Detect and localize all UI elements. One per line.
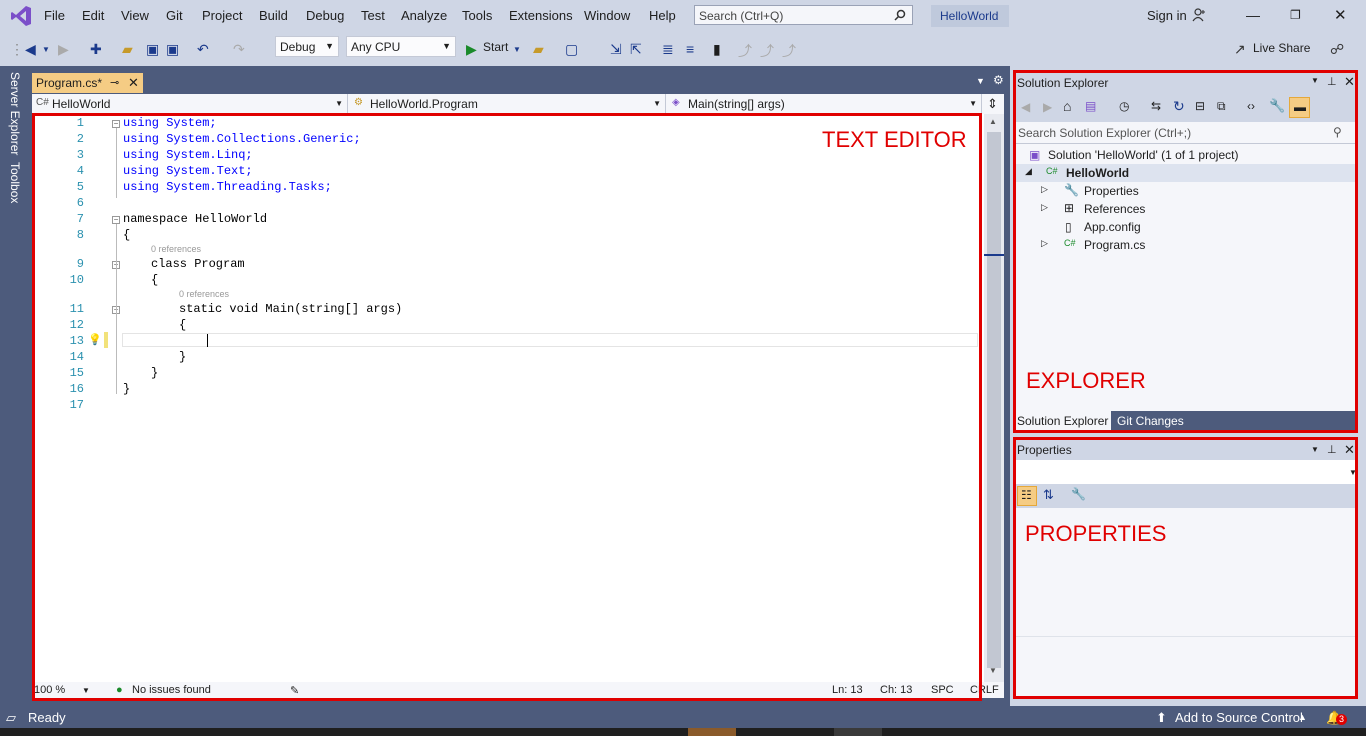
- tab-list-dropdown-icon[interactable]: ▼: [976, 76, 985, 86]
- menu-build[interactable]: Build: [259, 8, 288, 23]
- next-bookmark-icon[interactable]: ⤴: [760, 41, 774, 61]
- close-icon[interactable]: ✕: [1334, 6, 1347, 24]
- pin-icon[interactable]: ⊸: [110, 76, 119, 89]
- back-dropdown-icon[interactable]: ▼: [42, 45, 50, 54]
- visual-studio-logo-icon[interactable]: [10, 5, 32, 27]
- menu-debug[interactable]: Debug: [306, 8, 344, 23]
- document-tab-label: Program.cs*: [36, 76, 103, 90]
- step-icon[interactable]: ⇲: [610, 41, 622, 58]
- menu-extensions[interactable]: Extensions: [509, 8, 573, 23]
- menu-help[interactable]: Help: [649, 8, 676, 23]
- menu-bar: File Edit View Git Project Build Debug T…: [0, 0, 1366, 32]
- back-icon[interactable]: ◀: [25, 41, 36, 58]
- text-editor-annotation-box: [32, 113, 982, 701]
- clear-bookmark-icon[interactable]: ⤴: [782, 41, 796, 61]
- browser-icon[interactable]: ▢: [565, 41, 578, 58]
- menu-window[interactable]: Window: [584, 8, 630, 23]
- side-tool-strip: Server Explorer Toolbox: [0, 66, 30, 706]
- menu-edit[interactable]: Edit: [82, 8, 104, 23]
- toolbox-tab[interactable]: Toolbox: [8, 162, 22, 203]
- platform-value: Any CPU: [351, 40, 401, 54]
- project-nav-value: HelloWorld: [52, 97, 111, 111]
- toolbar-grip-icon: ⋮: [10, 41, 24, 57]
- comment-icon[interactable]: ≣: [662, 41, 674, 58]
- menu-test[interactable]: Test: [361, 8, 385, 23]
- search-placeholder: Search (Ctrl+Q): [699, 9, 784, 23]
- feedback-icon[interactable]: ☍: [1330, 41, 1344, 58]
- prev-bookmark-icon[interactable]: ⤴: [738, 41, 752, 61]
- live-share-button[interactable]: Live Share: [1253, 41, 1310, 55]
- menu-file[interactable]: File: [44, 8, 65, 23]
- scroll-up-icon[interactable]: ▲: [989, 117, 997, 126]
- output-window-icon[interactable]: ▱: [6, 710, 16, 726]
- uncomment-icon[interactable]: ≡: [686, 41, 694, 57]
- add-to-source-control[interactable]: Add to Source Control: [1175, 710, 1303, 725]
- server-explorer-tab[interactable]: Server Explorer: [8, 72, 22, 155]
- document-tab[interactable]: Program.cs* ⊸ ✕: [32, 73, 143, 93]
- save-all-icon[interactable]: ▣: [166, 41, 179, 58]
- properties-annotation-label: PROPERTIES: [1025, 521, 1167, 546]
- open-folder-icon[interactable]: ▰: [122, 41, 133, 58]
- menu-analyze[interactable]: Analyze: [401, 8, 447, 23]
- method-icon: ◈: [672, 97, 680, 108]
- toolbar: ⋮ ◀ ▼ ▶ ✚ ▰ ▣ ▣ ↶ ↷ Debug ▼ Any CPU ▼ ▶ St…: [0, 32, 1366, 66]
- source-control-dropdown-icon[interactable]: ▲: [1298, 712, 1307, 722]
- menu-git[interactable]: Git: [166, 8, 183, 23]
- scroll-down-icon[interactable]: ▼: [989, 666, 997, 675]
- menu-tools[interactable]: Tools: [462, 8, 492, 23]
- navigation-bar: C# HelloWorld ▼ ⚙ HelloWorld.Program ▼ ◈…: [32, 94, 1004, 114]
- csharp-project-icon: C#: [36, 97, 49, 108]
- search-icon: [894, 9, 906, 21]
- start-button[interactable]: Start: [483, 40, 508, 54]
- redo-icon[interactable]: ↷: [233, 41, 245, 58]
- editor-vertical-scrollbar[interactable]: ▲ ▼: [984, 114, 1004, 682]
- platform-dropdown[interactable]: Any CPU ▼: [346, 36, 456, 57]
- taskbar-app-highlight[interactable]: [688, 728, 736, 736]
- configuration-value: Debug: [280, 40, 316, 54]
- menu-view[interactable]: View: [121, 8, 149, 23]
- project-nav-dropdown[interactable]: C# HelloWorld ▼: [32, 94, 348, 114]
- explorer-annotation-label: EXPLORER: [1026, 368, 1146, 393]
- split-editor-icon[interactable]: ⇕: [987, 96, 998, 112]
- close-tab-icon[interactable]: ✕: [128, 75, 139, 91]
- sign-in-link[interactable]: Sign in: [1147, 8, 1187, 23]
- search-input[interactable]: Search (Ctrl+Q): [694, 5, 913, 25]
- os-taskbar: [0, 728, 1366, 736]
- text-editor-annotation-label: TEXT EDITOR: [822, 127, 967, 152]
- type-nav-value: HelloWorld.Program: [370, 97, 478, 111]
- save-icon[interactable]: ▣: [146, 41, 159, 58]
- undo-icon[interactable]: ↶: [197, 41, 209, 58]
- up-arrow-icon: ⬆: [1156, 710, 1167, 725]
- restore-icon[interactable]: ❐: [1290, 8, 1301, 22]
- start-dropdown-icon[interactable]: ▼: [513, 45, 521, 54]
- start-play-icon[interactable]: ▶: [466, 41, 477, 58]
- new-project-icon[interactable]: ✚: [90, 41, 102, 58]
- status-bar: ▱ Ready ⬆ Add to Source Control ▲ 🔔 3: [0, 706, 1366, 728]
- type-nav-dropdown[interactable]: ⚙ HelloWorld.Program ▼: [350, 94, 666, 114]
- solution-name-badge: HelloWorld: [931, 5, 1009, 27]
- taskbar-app-highlight[interactable]: [834, 728, 882, 736]
- caret-position-marker: [984, 254, 1004, 256]
- live-share-icon[interactable]: ↗: [1234, 41, 1246, 58]
- minimize-icon[interactable]: —: [1246, 7, 1260, 23]
- member-nav-dropdown[interactable]: ◈ Main(string[] args) ▼: [668, 94, 982, 114]
- menu-project[interactable]: Project: [202, 8, 242, 23]
- settings-icon[interactable]: ⚙: [993, 73, 1004, 87]
- step-over-icon[interactable]: ⇱: [630, 41, 642, 58]
- solution-name: HelloWorld: [940, 9, 999, 23]
- scroll-thumb[interactable]: [987, 132, 1001, 668]
- properties-annotation-box: [1013, 437, 1358, 699]
- class-icon: ⚙: [354, 97, 363, 108]
- status-ready: Ready: [28, 710, 66, 725]
- notifications-count-badge: 3: [1336, 714, 1347, 725]
- folder-icon[interactable]: ▰: [533, 41, 544, 58]
- member-nav-value: Main(string[] args): [688, 97, 785, 111]
- forward-icon[interactable]: ▶: [58, 41, 69, 58]
- configuration-dropdown[interactable]: Debug ▼: [275, 36, 339, 57]
- add-user-icon[interactable]: [1192, 8, 1206, 22]
- bookmark-icon[interactable]: ▮: [713, 41, 721, 58]
